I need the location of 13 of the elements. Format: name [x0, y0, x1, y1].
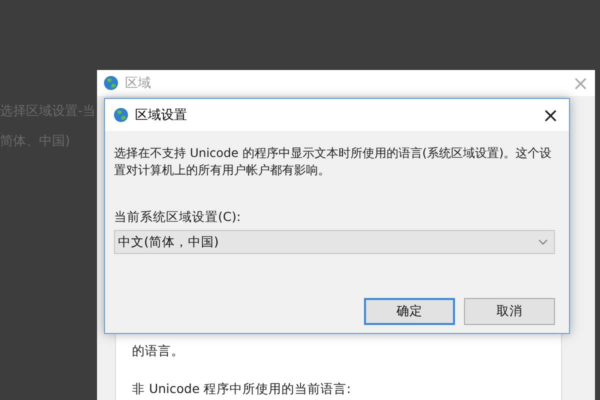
- cancel-button[interactable]: 取消: [464, 298, 555, 325]
- panel-text: 的语言。: [132, 343, 184, 360]
- globe-icon: [103, 75, 119, 91]
- globe-icon: [113, 107, 129, 123]
- locale-label: 当前系统区域设置(C):: [114, 209, 241, 226]
- panel-text: 非 Unicode 程序中所使用的当前语言:: [132, 381, 351, 398]
- ok-button[interactable]: 确定: [364, 298, 455, 325]
- locale-dropdown[interactable]: 中文(简体，中国): [114, 230, 555, 254]
- close-button[interactable]: ×: [532, 103, 569, 127]
- window-title: 区域: [125, 75, 151, 92]
- description-text: 选择在不支持 Unicode 的程序中显示文本时所使用的语言(系统区域设置)。这个设置对计算机上的所有用户帐户都有影响。: [114, 145, 553, 179]
- dialog-title: 区域设置: [135, 107, 187, 124]
- chevron-icon: [538, 239, 548, 245]
